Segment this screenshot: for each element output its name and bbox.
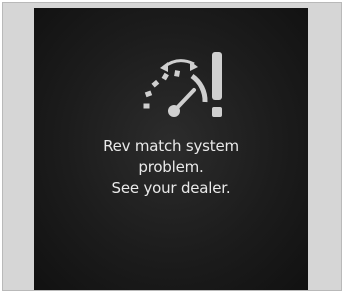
image-frame: Rev match system problem. See your deale… <box>2 2 342 291</box>
instrument-display: Rev match system problem. See your deale… <box>34 8 308 290</box>
rev-match-warning-graphic <box>143 52 222 117</box>
message-line-3: See your dealer. <box>111 179 231 197</box>
message-line-1: Rev match system <box>103 137 239 155</box>
warning-message: Rev match system problem. See your deale… <box>34 136 308 199</box>
rev-match-gauge-icon <box>143 59 208 117</box>
message-line-2: problem. <box>138 158 204 176</box>
exclamation-icon <box>212 52 222 117</box>
